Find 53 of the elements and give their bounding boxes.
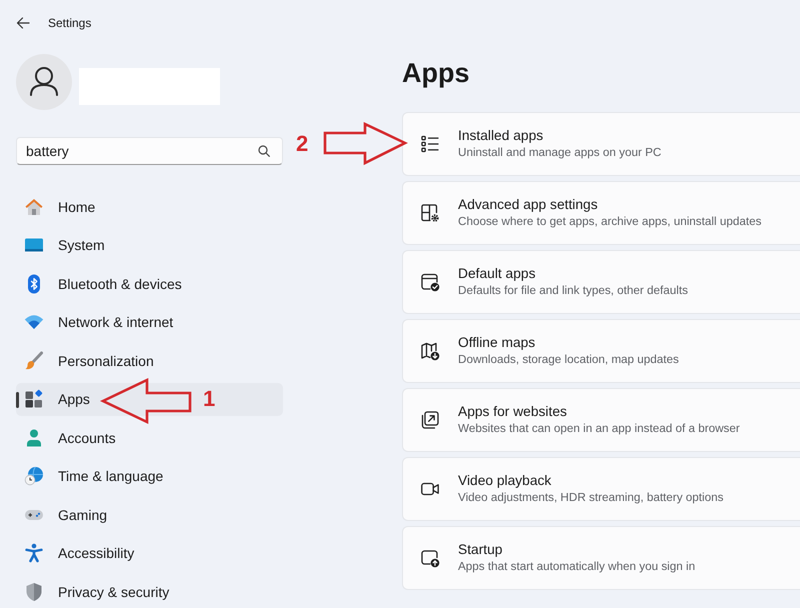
card-description: Video adjustments, HDR streaming, battery options — [458, 490, 724, 506]
card-description: Downloads, storage location, map updates — [458, 352, 679, 368]
settings-card[interactable]: Startup Apps that start automatically when you sign in — [402, 526, 800, 590]
card-title: Startup — [458, 541, 504, 559]
card-description: Defaults for file and link types, other defaults — [458, 283, 688, 299]
person-icon — [24, 428, 44, 448]
settings-card[interactable]: Installed apps Uninstall and manage apps on your PC — [402, 112, 800, 176]
settings-card[interactable]: Default apps Defaults for file and link types, other defaults — [402, 250, 800, 314]
nav-item[interactable]: Gaming — [16, 498, 283, 531]
paintbrush-icon — [24, 350, 44, 370]
map-download-icon — [420, 341, 440, 361]
card-description: Websites that can open in an app instead of a browser — [458, 421, 740, 437]
annotation-number: 1 — [203, 388, 216, 410]
search-field[interactable]: battery — [16, 137, 283, 165]
house-icon — [24, 196, 44, 216]
person-avatar-icon — [16, 54, 72, 110]
card-description: Choose where to get apps, archive apps, uninstall updates — [458, 214, 762, 230]
card-title: Installed apps — [458, 127, 544, 145]
nav-item[interactable]: Home — [16, 190, 283, 223]
nav-item[interactable]: Accessibility — [16, 536, 283, 570]
nav-item[interactable]: Bluetooth & devices — [16, 267, 283, 300]
settings-card[interactable]: Advanced app settings Choose where to get apps, archive apps, uninstall updates — [402, 181, 800, 245]
nav-item[interactable]: Time & language — [16, 460, 283, 492]
window-title: Settings — [48, 15, 92, 31]
window-gear-icon — [420, 203, 440, 223]
window-check-icon — [420, 272, 440, 292]
settings-card[interactable]: Video playback Video adjustments, HDR streaming, battery options — [402, 457, 800, 521]
annotation-number: 2 — [296, 133, 308, 155]
nav-item[interactable]: System — [16, 228, 283, 262]
nav-item[interactable]: Personalization — [16, 344, 283, 377]
stacked-window-arrow-icon — [420, 410, 440, 430]
shield-icon — [24, 582, 44, 602]
nav-item[interactable]: Privacy & security — [16, 575, 283, 608]
settings-card[interactable]: Apps for websites Websites that can open in an app instead of a browser — [402, 388, 800, 452]
card-title: Offline maps — [458, 334, 536, 352]
page-title: Apps — [402, 57, 470, 90]
nav-item[interactable]: Accounts — [16, 421, 283, 454]
settings-card[interactable]: Offline maps Downloads, storage location, map updates — [402, 319, 800, 383]
card-title: Default apps — [458, 265, 536, 283]
search-icon[interactable] — [258, 145, 270, 157]
back-arrow-icon — [16, 16, 30, 30]
card-title: Apps for websites — [458, 403, 568, 421]
app-grid-icon — [24, 389, 44, 409]
card-description: Uninstall and manage apps on your PC — [458, 145, 662, 161]
list-icon — [420, 134, 440, 154]
accessibility-figure-icon — [24, 543, 44, 563]
selection-indicator — [16, 392, 19, 408]
card-description: Apps that start automatically when you sign in — [458, 559, 696, 575]
window-upload-icon — [420, 548, 440, 568]
card-title: Video playback — [458, 472, 552, 490]
globe-clock-icon — [24, 466, 44, 486]
card-title: Advanced app settings — [458, 196, 599, 214]
nav-item[interactable]: Network & internet — [16, 306, 283, 338]
